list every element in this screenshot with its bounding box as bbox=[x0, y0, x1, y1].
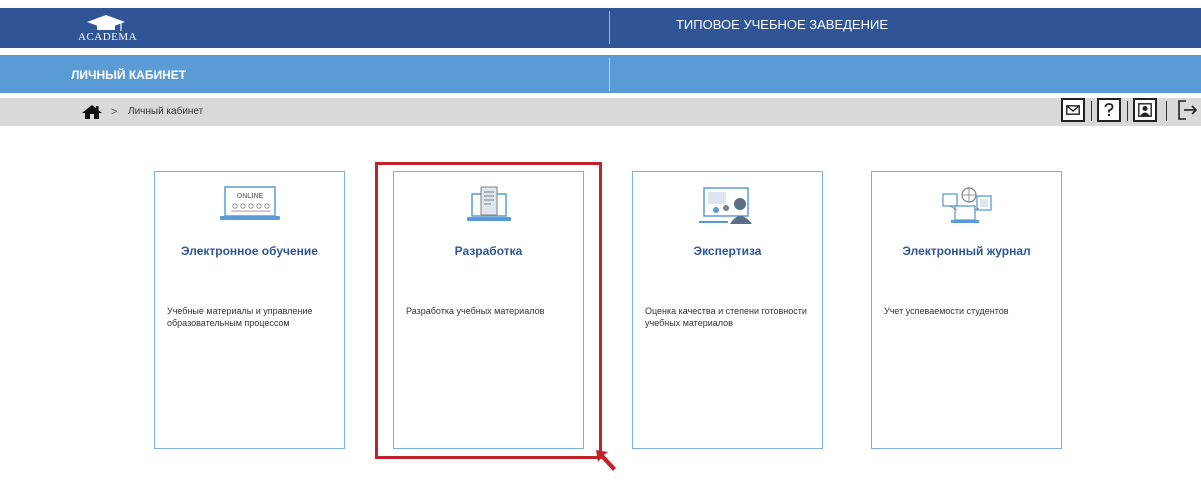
highlight-frame bbox=[375, 162, 602, 459]
presentation-icon bbox=[633, 186, 822, 226]
logo-wordmark: ACADEMA bbox=[78, 31, 138, 43]
network-journal-icon bbox=[872, 186, 1061, 226]
top-header-bar bbox=[0, 8, 1201, 48]
profile-button[interactable] bbox=[1133, 98, 1157, 122]
online-laptop-icon: ONLINE bbox=[155, 186, 344, 222]
toolbar-separator bbox=[1091, 101, 1092, 121]
breadcrumb-current: Личный кабинет bbox=[128, 106, 204, 117]
card-description: Учет успеваемости студентов bbox=[884, 306, 1009, 316]
mail-icon bbox=[1066, 105, 1080, 115]
arrow-cursor-icon bbox=[596, 450, 616, 471]
mail-button[interactable] bbox=[1061, 98, 1085, 122]
card-title: Электронный журнал bbox=[902, 244, 1031, 258]
svg-text:ONLINE: ONLINE bbox=[236, 193, 263, 200]
breadcrumb-separator: > bbox=[111, 106, 118, 118]
card-title: Электронное обучение bbox=[181, 244, 318, 258]
card-expertise[interactable]: Экспертиза Оценка качества и степени гот… bbox=[632, 171, 823, 449]
help-icon bbox=[1104, 103, 1114, 116]
header-divider bbox=[609, 11, 610, 44]
card-description: Оценка качества и степени готовности уче… bbox=[645, 306, 807, 328]
section-divider bbox=[609, 58, 610, 91]
org-title: ТИПОВОЕ УЧЕБНОЕ ЗАВЕДЕНИЕ bbox=[675, 17, 889, 32]
section-title: ЛИЧНЫЙ КАБИНЕТ bbox=[71, 68, 187, 82]
card-e-journal[interactable]: Электронный журнал Учет успеваемости сту… bbox=[871, 171, 1062, 449]
card-e-learning[interactable]: ONLINE Электронное обучение Учебные мате… bbox=[154, 171, 345, 449]
card-description: Учебные материалы и управление образоват… bbox=[167, 306, 313, 328]
toolbar-separator bbox=[1166, 101, 1167, 121]
academa-logo[interactable]: ACADEMA bbox=[62, 14, 152, 44]
home-icon[interactable] bbox=[81, 104, 103, 120]
toolbar-separator bbox=[1127, 101, 1128, 121]
profile-icon bbox=[1138, 103, 1152, 117]
logout-icon[interactable] bbox=[1177, 100, 1199, 120]
graduation-cap-icon bbox=[87, 15, 125, 31]
card-title: Экспертиза bbox=[693, 244, 762, 258]
help-button[interactable] bbox=[1097, 98, 1121, 122]
